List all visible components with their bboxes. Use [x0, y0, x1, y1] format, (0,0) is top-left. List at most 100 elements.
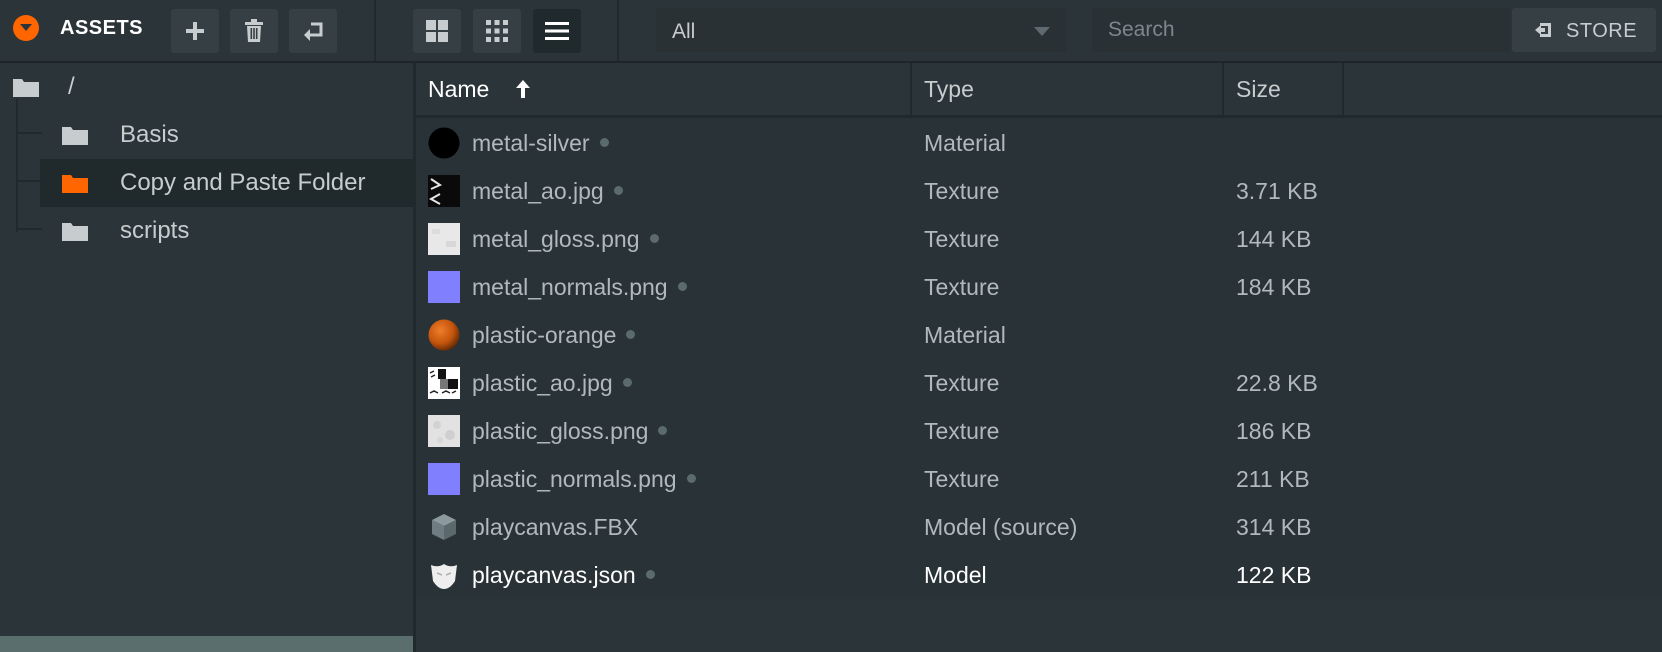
tree-item-label: / — [68, 73, 75, 100]
asset-name: metal_ao.jpg — [472, 178, 623, 205]
add-asset-button[interactable] — [171, 9, 219, 53]
table-row[interactable]: metal_ao.jpg Texture 3.71 KB — [416, 166, 1662, 214]
return-icon — [304, 22, 323, 41]
add-icon — [186, 22, 204, 40]
asset-type-filter[interactable]: All — [656, 8, 1066, 52]
status-dot — [658, 426, 668, 436]
grid-large-icon — [426, 20, 448, 42]
asset-type: Texture — [924, 178, 1000, 204]
model-icon — [431, 564, 457, 589]
toolbar-divider — [374, 0, 376, 61]
grid-small-icon — [486, 20, 508, 42]
folder-icon — [13, 79, 39, 97]
tree-guide-line — [16, 228, 42, 230]
asset-type: Model — [924, 562, 987, 588]
material-sphere-icon — [428, 127, 460, 159]
tree-item-root[interactable]: / — [0, 63, 413, 111]
store-button[interactable]: STORE — [1512, 8, 1656, 52]
asset-type: Texture — [924, 418, 1000, 444]
view-grid-small-button[interactable] — [473, 9, 521, 53]
search-input[interactable] — [1092, 8, 1510, 52]
asset-size: 22.8 KB — [1236, 370, 1318, 396]
list-icon — [545, 22, 569, 40]
go-up-folder-button[interactable] — [289, 9, 337, 53]
asset-size: 144 KB — [1236, 226, 1312, 252]
material-sphere-icon — [428, 319, 460, 351]
table-row[interactable]: plastic_normals.png Texture 211 KB — [416, 454, 1662, 502]
texture-thumbnail-icon — [428, 463, 460, 495]
table-row[interactable]: metal-silver Material — [416, 118, 1662, 166]
filter-value: All — [672, 20, 696, 43]
tree-guide-line — [16, 99, 18, 232]
folder-icon — [62, 127, 88, 145]
collapse-icon — [20, 24, 32, 31]
asset-type: Texture — [924, 466, 1000, 492]
asset-table: Name Type Size metal-silver Material met… — [416, 63, 1662, 597]
status-dot — [645, 570, 655, 580]
asset-type: Material — [924, 322, 1006, 348]
chevron-down-icon — [1034, 27, 1050, 36]
cube-icon — [432, 514, 456, 540]
delete-asset-button[interactable] — [230, 9, 278, 53]
asset-name: metal_normals.png — [472, 274, 687, 301]
column-header-name[interactable]: Name — [416, 63, 912, 115]
status-dot — [626, 330, 636, 340]
asset-size: 314 KB — [1236, 514, 1312, 540]
tree-item-label: scripts — [120, 217, 190, 244]
asset-type: Material — [924, 130, 1006, 156]
assets-toolbar: ASSETS All Search STORE — [0, 0, 1662, 63]
status-dot — [599, 138, 609, 148]
texture-thumbnail-icon — [428, 223, 460, 255]
asset-name: playcanvas.json — [472, 562, 655, 589]
asset-size: 122 KB — [1236, 562, 1312, 588]
asset-size: 211 KB — [1236, 466, 1310, 492]
store-label: STORE — [1566, 20, 1638, 42]
asset-name: plastic_ao.jpg — [472, 370, 632, 397]
table-row[interactable]: metal_normals.png Texture 184 KB — [416, 262, 1662, 310]
status-dot — [613, 186, 623, 196]
tree-item-label: Basis — [120, 121, 179, 148]
asset-size: 186 KB — [1236, 418, 1312, 444]
status-dot — [686, 474, 696, 484]
status-dot — [649, 234, 659, 244]
texture-thumbnail-icon — [428, 271, 460, 303]
status-dot — [677, 282, 687, 292]
texture-thumbnail-icon — [428, 367, 460, 399]
asset-name: plastic_gloss.png — [472, 418, 668, 445]
table-row[interactable]: plastic_ao.jpg Texture 22.8 KB — [416, 358, 1662, 406]
horizontal-scrollbar[interactable] — [0, 636, 413, 652]
tree-item-copy-and-paste-folder[interactable]: Copy and Paste Folder — [40, 159, 413, 207]
asset-name: plastic_normals.png — [472, 466, 696, 493]
tree-item-basis[interactable]: Basis — [40, 111, 413, 159]
asset-size: 184 KB — [1236, 274, 1312, 300]
asset-name: playcanvas.FBX — [472, 514, 639, 540]
folder-icon — [62, 175, 88, 193]
asset-type: Model (source) — [924, 514, 1078, 540]
tree-item-label: Copy and Paste Folder — [120, 169, 366, 196]
asset-name: plastic-orange — [472, 322, 636, 349]
asset-type: Texture — [924, 370, 1000, 396]
view-list-button[interactable] — [533, 9, 581, 53]
tree-guide-line — [16, 132, 42, 134]
store-icon — [1535, 23, 1551, 37]
asset-name: metal-silver — [472, 130, 609, 157]
view-grid-large-button[interactable] — [413, 9, 461, 53]
asset-name: metal_gloss.png — [472, 226, 659, 253]
column-header-type[interactable]: Type — [912, 63, 1224, 115]
asset-size: 3.71 KB — [1236, 178, 1318, 204]
table-row[interactable]: playcanvas.FBX Model (source) 314 KB — [416, 502, 1662, 550]
texture-thumbnail-icon — [428, 175, 460, 207]
asset-type: Texture — [924, 274, 1000, 300]
tree-item-scripts[interactable]: scripts — [40, 207, 413, 255]
collapse-panel-button[interactable] — [13, 15, 39, 41]
folder-icon — [62, 223, 88, 241]
table-row[interactable]: plastic-orange Material — [416, 310, 1662, 358]
table-body: metal-silver Material metal_ao.jpg Textu… — [416, 118, 1662, 597]
column-header-size[interactable]: Size — [1224, 63, 1344, 115]
table-row[interactable]: metal_gloss.png Texture 144 KB — [416, 214, 1662, 262]
table-row[interactable]: playcanvas.json Model 122 KB — [416, 550, 1662, 598]
table-row[interactable]: plastic_gloss.png Texture 186 KB — [416, 406, 1662, 454]
toolbar-divider — [617, 0, 619, 61]
table-header: Name Type Size — [416, 63, 1662, 118]
panel-title: ASSETS — [60, 17, 144, 39]
